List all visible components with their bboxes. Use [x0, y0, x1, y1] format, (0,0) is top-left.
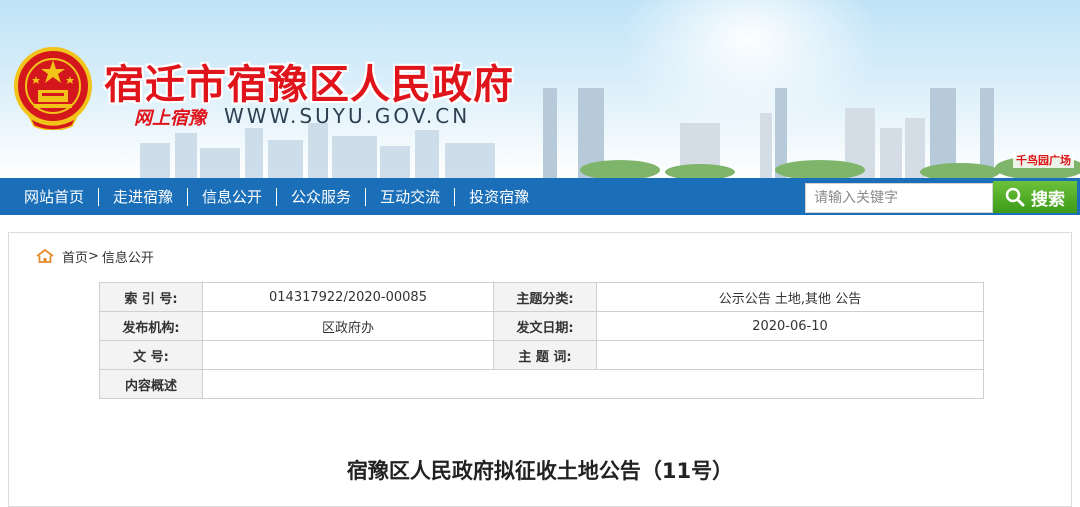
breadcrumb-home-link[interactable]: 首页 — [62, 247, 88, 266]
breadcrumb: 首页 > 信息公开 — [36, 247, 154, 266]
search-button-label: 搜索 — [1031, 189, 1065, 210]
search-button[interactable]: 搜索 — [993, 181, 1077, 213]
content-summary-value — [202, 369, 984, 399]
nav-item-info-disclosure[interactable]: 信息公开 — [188, 186, 276, 207]
index-number-label: 索 引 号: — [99, 282, 203, 312]
publisher-label: 发布机构: — [99, 311, 203, 341]
article-title: 宿豫区人民政府拟征收土地公告（11号） — [346, 459, 734, 483]
nav-item-investment[interactable]: 投资宿豫 — [455, 186, 543, 207]
index-number-value: 014317922/2020-00085 — [202, 282, 494, 312]
issue-date-value: 2020-06-10 — [596, 311, 984, 341]
content-summary-label: 内容概述 — [99, 369, 203, 399]
document-number-value — [202, 340, 494, 370]
home-icon — [36, 249, 54, 263]
document-meta-table: 索 引 号: 014317922/2020-00085 主题分类: 公示公告 土… — [99, 282, 984, 399]
publisher-value: 区政府办 — [202, 311, 494, 341]
breadcrumb-separator: > — [88, 248, 99, 264]
nav-item-home[interactable]: 网站首页 — [10, 186, 98, 207]
site-url: WWW.SUYU.GOV.CN — [224, 104, 471, 128]
table-row: 内容概述 — [99, 369, 984, 399]
topic-category-label: 主题分类: — [493, 282, 597, 312]
nav-item-about[interactable]: 走进宿豫 — [99, 186, 187, 207]
topic-category-value: 公示公告 土地,其他 公告 — [596, 282, 984, 312]
search-icon — [1005, 187, 1025, 207]
issue-date-label: 发文日期: — [493, 311, 597, 341]
table-row: 发布机构: 区政府办 发文日期: 2020-06-10 — [99, 311, 984, 341]
header-banner: 宿迁市宿豫区人民政府 网上宿豫 WWW.SUYU.GOV.CN 千鸟园广场 — [0, 0, 1080, 178]
table-row: 文 号: 主 题 词: — [99, 340, 984, 370]
plaza-tag: 千鸟园广场 — [1013, 152, 1074, 168]
breadcrumb-current-link[interactable]: 信息公开 — [102, 247, 154, 266]
nav-item-interaction[interactable]: 互动交流 — [366, 186, 454, 207]
nav-item-public-service[interactable]: 公众服务 — [277, 186, 365, 207]
table-row: 索 引 号: 014317922/2020-00085 主题分类: 公示公告 土… — [99, 282, 984, 312]
document-number-label: 文 号: — [99, 340, 203, 370]
nav-list: 网站首页 走进宿豫 信息公开 公众服务 互动交流 投资宿豫 — [10, 178, 543, 215]
national-emblem-icon — [14, 47, 92, 130]
subject-keyword-label: 主 题 词: — [493, 340, 597, 370]
search-input[interactable] — [805, 183, 993, 213]
site-title: 宿迁市宿豫区人民政府 — [104, 62, 514, 108]
site-slogan: 网上宿豫 — [134, 108, 206, 129]
subject-keyword-value — [596, 340, 984, 370]
